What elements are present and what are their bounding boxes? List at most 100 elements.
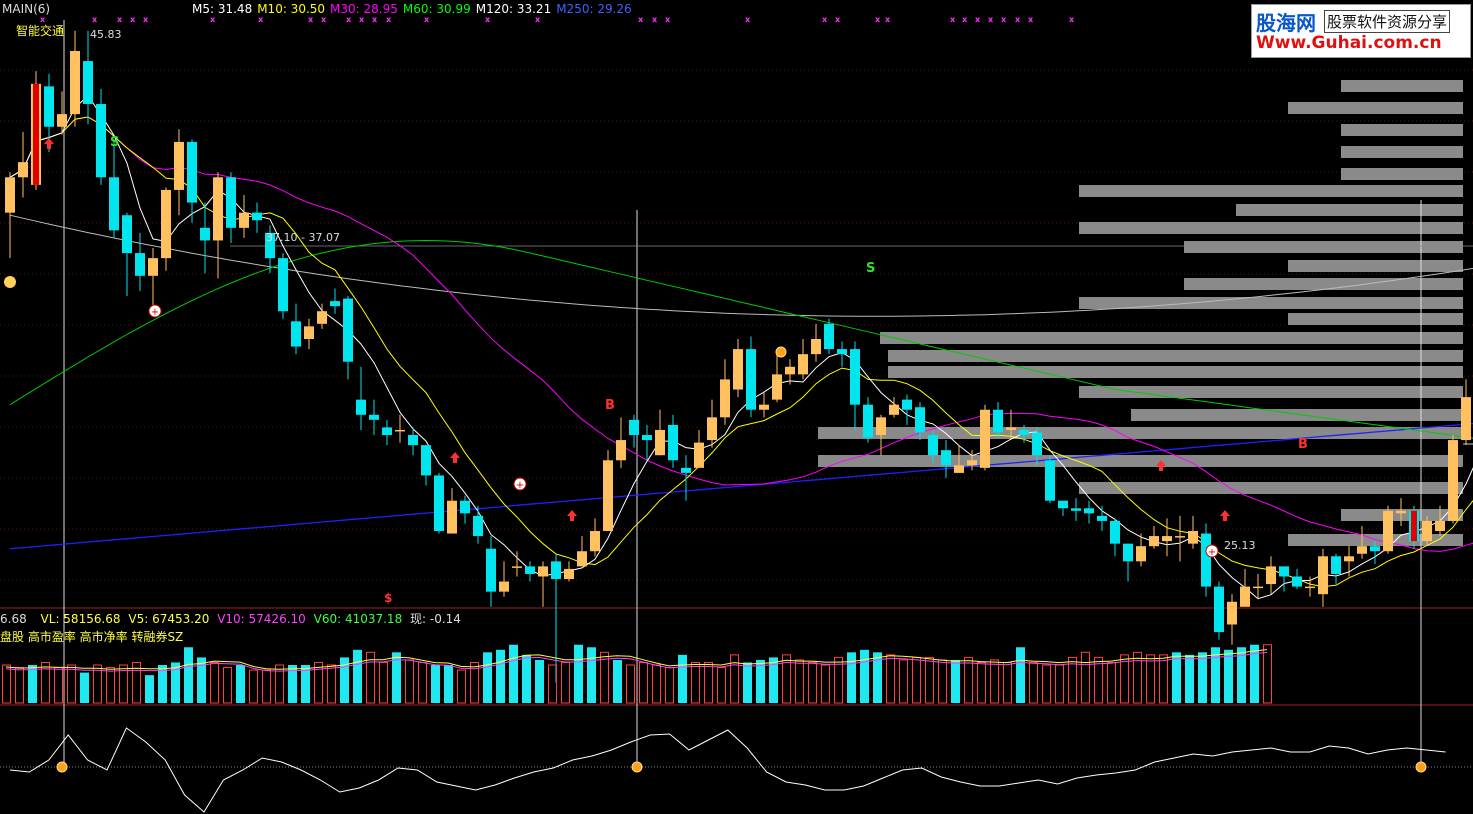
- candle-up: [304, 326, 314, 339]
- volume-bar-up: [1003, 661, 1012, 704]
- candle-down: [1071, 508, 1081, 511]
- signal-marker: x: [321, 15, 327, 24]
- volume-bar-up: [1107, 661, 1116, 704]
- candle-up: [772, 374, 782, 400]
- candle-up: [564, 568, 574, 580]
- candle-down: [1097, 515, 1107, 521]
- signal-marker: x: [386, 15, 392, 24]
- candle-up: [1175, 536, 1185, 538]
- volume-legend: 6.68 VL: 58156.68 V5: 67453.20 V10: 5742…: [0, 610, 461, 627]
- candle-down: [642, 435, 652, 441]
- candle-up: [967, 460, 977, 466]
- candle-down: [1123, 543, 1133, 562]
- volume-bar-down: [184, 647, 193, 703]
- candle-down: [1292, 576, 1302, 587]
- red-cross-coin-icon-cross: +: [151, 307, 159, 318]
- candle-down: [187, 141, 197, 203]
- signal-marker: x: [210, 15, 216, 24]
- candle-up: [954, 465, 964, 473]
- signal-marker: x: [988, 15, 994, 24]
- dollar-signal: $: [384, 591, 392, 605]
- signal-marker: x: [962, 15, 968, 24]
- cycle-dot-icon: [631, 761, 643, 773]
- candle-down: [1110, 520, 1120, 544]
- candle-down: [1032, 432, 1042, 456]
- candle-down: [1058, 500, 1068, 509]
- cycle-dot-icon: [56, 761, 68, 773]
- volume-bar-up: [262, 669, 271, 704]
- candle-up: [447, 500, 457, 534]
- volume-bar-up: [691, 661, 700, 704]
- candle-up: [1149, 536, 1159, 547]
- candle-up: [1188, 531, 1198, 544]
- chart-label: MAIN(6): [2, 2, 51, 16]
- candle-down: [109, 177, 119, 231]
- volume-bar-down: [509, 644, 518, 703]
- volume-bar-down: [444, 665, 453, 703]
- limit-up-candle: [1411, 510, 1417, 542]
- volume-bar-up: [626, 664, 635, 704]
- volume-v10: V10: 57426.10: [217, 612, 306, 626]
- buy-signal: B: [605, 398, 615, 413]
- candle-down: [863, 404, 873, 438]
- volume-bar-up: [1133, 651, 1142, 704]
- candle-up: [499, 581, 509, 592]
- candle-down: [369, 414, 379, 420]
- candle-down: [681, 467, 691, 473]
- volume-bar-up: [808, 661, 817, 704]
- candle-up: [590, 531, 600, 552]
- volume-bar-up: [821, 664, 830, 704]
- candle-down: [746, 349, 756, 410]
- volume-bar-up: [977, 661, 986, 704]
- candle-up: [1162, 536, 1172, 542]
- candle-down: [850, 349, 860, 405]
- candle-down: [551, 561, 561, 580]
- candle-up: [1305, 586, 1315, 589]
- candle-down: [473, 515, 483, 537]
- volume-bar-up: [652, 664, 661, 704]
- stock-name: 智能交通: [16, 24, 65, 38]
- volume-profile-bar: [880, 332, 1463, 344]
- signal-marker: x: [346, 15, 352, 24]
- volume-bar-up: [548, 664, 557, 704]
- candle-up: [174, 141, 184, 190]
- signal-marker: x: [885, 15, 891, 24]
- signal-marker: x: [308, 15, 314, 24]
- ma-legend-m60: M60: 30.99: [402, 2, 471, 16]
- ma-legend-m30: M30: 28.95: [330, 2, 398, 16]
- site-logo[interactable]: 股海网 股票软件资源分享 Www.Guhai.com.cn: [1251, 4, 1471, 58]
- buy-arrow-icon: [567, 510, 577, 521]
- candle-up: [1136, 546, 1146, 562]
- candle-down: [200, 227, 210, 241]
- buy-arrow-icon: [44, 138, 54, 149]
- volume-profile-bar: [1079, 185, 1463, 197]
- money-bag-icon: [4, 276, 16, 288]
- candle-down: [135, 253, 145, 276]
- volume-profile-bar: [888, 366, 1463, 378]
- low-price-label: 25.13: [1224, 539, 1256, 552]
- signal-marker: x: [485, 15, 491, 24]
- candle-down: [915, 407, 925, 433]
- volume-bar-down: [678, 654, 687, 703]
- signal-marker: x: [372, 15, 378, 24]
- ma-legend-m5: M5: 31.48: [192, 2, 253, 16]
- stock-chart[interactable]: +++SSBB$x x x x x x x x x x x x x x x x x x x x x x x x x x x x x x x x: [0, 0, 1473, 814]
- volume-profile-bar: [1288, 102, 1463, 114]
- volume-v60: V60: 41037.18: [313, 612, 403, 626]
- volume-bar-down: [951, 659, 960, 703]
- volume-bar-down: [145, 675, 154, 703]
- candle-down: [44, 86, 54, 127]
- candle-down: [902, 399, 912, 410]
- candle-down: [837, 349, 847, 355]
- candle-up: [512, 566, 522, 568]
- candle-up: [1383, 510, 1393, 552]
- volume-bar-up: [418, 661, 427, 704]
- orange-dot-icon: [775, 346, 787, 358]
- mid-price-label: 37.10 - 37.07: [266, 231, 340, 244]
- red-cross-coin-icon-cross: +: [1208, 547, 1216, 558]
- candle-up: [1396, 510, 1406, 514]
- volume-bar-down: [483, 652, 492, 703]
- volume-profile-bar: [818, 455, 1463, 467]
- candle-down: [486, 548, 496, 592]
- candle-down: [928, 435, 938, 456]
